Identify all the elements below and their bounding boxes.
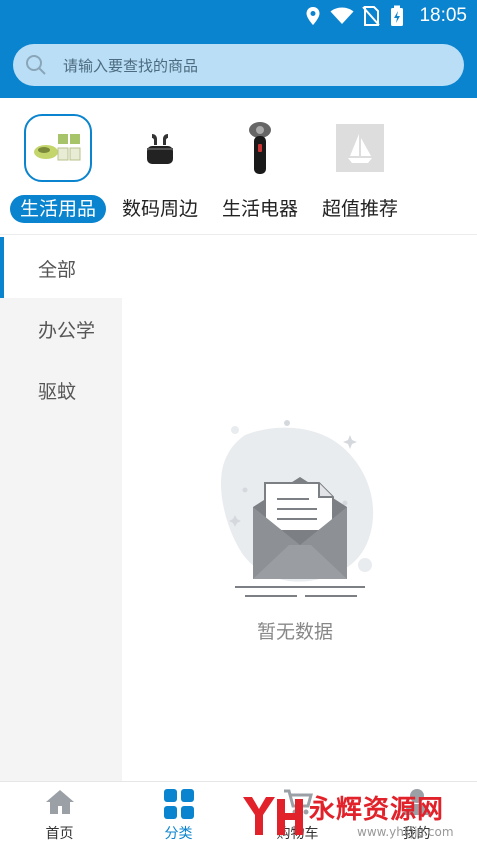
status-bar: 18:05 [0,0,477,34]
sidebar-item-label: 驱蚊 [38,381,77,403]
sidebar-item-all[interactable]: 全部 [0,237,122,298]
sidebar-item-office-study[interactable]: 办公学 [0,298,122,359]
category-label: 数码周边 [121,198,199,220]
tab-home[interactable]: 首页 [0,782,119,849]
category-image [126,114,194,182]
category-daily-goods[interactable]: 生活用品 [8,98,108,228]
wifi-icon [330,7,354,24]
location-icon [306,7,320,25]
empty-state-text: 暂无数据 [257,621,334,643]
category-image [326,114,394,182]
clock: 18:05 [419,5,467,26]
category-label: 生活用品 [9,195,107,223]
sidebar-item-label: 办公学 [38,320,96,342]
category-image [24,114,92,182]
tab-label: 首页 [45,826,74,842]
sidebar-item-mosquito[interactable]: 驱蚊 [0,359,122,420]
category-image [226,114,294,182]
search-placeholder: 请输入要查找的商品 [63,57,199,75]
earbuds-thumbnail [147,134,173,164]
subcategory-sidebar: 全部 办公学 驱蚊 [0,237,122,781]
watermark: 永辉资源网 www.yhkjjc.com [237,785,467,845]
category-digital-accessories[interactable]: 数码周边 [110,98,210,228]
tab-label: 分类 [164,826,193,842]
tab-category[interactable]: 分类 [119,782,238,849]
category-label: 超值推荐 [321,198,399,220]
shaver-thumbnail [249,122,271,174]
watermark-url: www.yhkjjc.com [357,825,454,839]
empty-inbox-illustration [220,420,374,597]
grid-icon [163,789,194,819]
category-label: 生活电器 [221,198,299,220]
category-recommended[interactable]: 超值推荐 [310,98,410,228]
watermark-brand: 永辉资源网 [309,795,445,825]
home-icon [45,790,74,814]
placeholder-image-icon [336,124,384,172]
battery-charging-icon [391,5,403,26]
sidebar-item-label: 全部 [38,259,77,281]
daily-goods-thumbnail [34,134,81,161]
app-header: 18:05 请输入要查找的商品 [0,0,477,98]
watermark-logo [243,797,303,835]
category-appliances[interactable]: 生活电器 [210,98,310,228]
no-sim-icon [362,6,380,26]
category-strip: 生活用品 数码周边 生活电器 超值推荐 [0,98,477,235]
search-bar[interactable]: 请输入要查找的商品 [13,44,464,86]
search-icon [26,55,46,75]
